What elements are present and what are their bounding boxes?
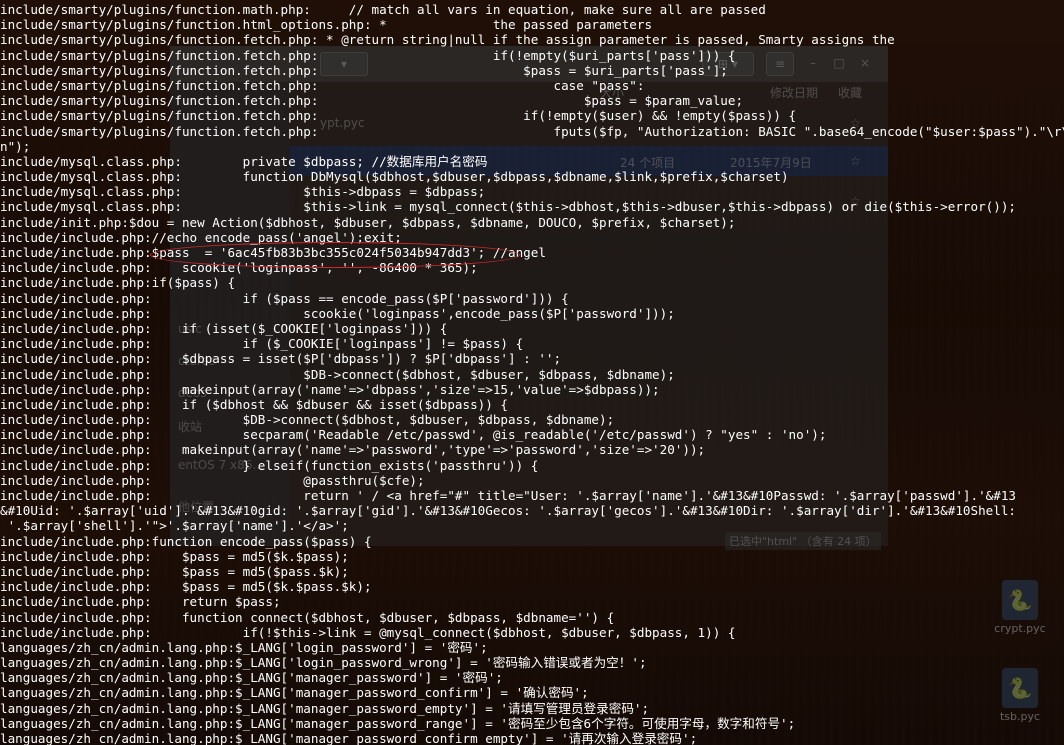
terminal-line: include/include.php: makeinput(array('na… (0, 442, 706, 458)
terminal-line: include/smarty/plugins/function.fetch.ph… (0, 93, 744, 109)
terminal-line: include/include.php: scookie('loginpass'… (0, 260, 478, 276)
terminal-line: include/include.php: $pass = md5($pass.$… (0, 563, 349, 579)
terminal-line: include/include.php: if (isset($_COOKIE[… (0, 320, 448, 336)
terminal-line: languages/zh_cn/admin.lang.php:$_LANG['m… (0, 700, 650, 716)
terminal-line: include/include.php:if($pass) { (0, 275, 236, 291)
terminal-line: include/mysql.class.php: function DbMysq… (0, 169, 789, 185)
terminal-line: include/include.php: scookie('loginpass'… (0, 305, 675, 321)
terminal-line: include/init.php:$dou = new Action($dbho… (0, 214, 736, 230)
terminal-line: include/mysql.class.php: $this->dbpass =… (0, 184, 486, 200)
terminal-line: include/include.php: @passthru($cfe); (0, 472, 425, 488)
terminal-line: include/include.php: if ($dbhost && $dbu… (0, 396, 508, 412)
terminal-line: include/include.php:function encode_pass… (0, 533, 372, 549)
terminal-line: include/smarty/plugins/function.fetch.ph… (0, 47, 736, 63)
terminal-line: include/smarty/plugins/function.html_opt… (0, 17, 653, 33)
terminal-window[interactable]: include/smarty/plugins/function.math.php… (0, 0, 1064, 745)
terminal-line: languages/zh_cn/admin.lang.php:$_LANG['m… (0, 670, 503, 686)
terminal-line: include/include.php: $pass = md5($k.$pas… (0, 548, 349, 564)
terminal-line: languages/zh_cn/admin.lang.php:$_LANG['l… (0, 639, 488, 655)
terminal-line: include/include.php: $dbpass = isset($P[… (0, 351, 562, 367)
terminal-line: include/include.php: secparam('Readable … (0, 427, 827, 443)
terminal-line: include/smarty/plugins/function.fetch.ph… (0, 108, 797, 124)
terminal-line: include/include.php: if(!$this->link = @… (0, 624, 736, 640)
terminal-line: languages/zh_cn/admin.lang.php:$_LANG['m… (0, 685, 589, 701)
terminal-line: n"); (0, 138, 31, 154)
terminal-line: include/include.php: return $pass; (0, 594, 281, 610)
terminal-line: languages/zh_cn/admin.lang.php:$_LANG['l… (0, 655, 647, 671)
red-annotation-ellipse (150, 242, 520, 268)
terminal-line: include/smarty/plugins/function.fetch.ph… (0, 123, 1064, 139)
terminal-line: include/include.php: $pass = md5($k.$pas… (0, 579, 372, 595)
terminal-line: languages/zh_cn/admin.lang.php:$_LANG['m… (0, 731, 698, 745)
terminal-line: &#10Uid: '.$array['uid'].'&#13&#10gid: '… (0, 503, 1016, 519)
terminal-line: include/include.php: return ' / <a href=… (0, 488, 1016, 503)
terminal-line: include/include.php: $DB->connect($dbhos… (0, 412, 615, 428)
terminal-line: include/smarty/plugins/function.fetch.ph… (0, 32, 895, 48)
terminal-line: '.$array['shell'].'">'.$array['name'].'<… (0, 518, 349, 534)
terminal-line: include/include.php: makeinput(array('na… (0, 381, 660, 397)
terminal-output[interactable]: include/smarty/plugins/function.math.php… (0, 2, 1064, 745)
terminal-line: include/include.php: } elseif(function_e… (0, 457, 539, 473)
terminal-line: include/include.php://echo encode_pass('… (0, 229, 402, 245)
terminal-line: include/include.php: if ($_COOKIE['login… (0, 336, 524, 352)
terminal-line: include/include.php: if ($pass == encode… (0, 290, 569, 306)
terminal-line: include/smarty/plugins/function.fetch.ph… (0, 77, 645, 93)
terminal-line: include/mysql.class.php: private $dbpass… (0, 153, 488, 169)
terminal-line: include/include.php: function connect($d… (0, 609, 615, 625)
terminal-line: include/smarty/plugins/function.fetch.ph… (0, 62, 728, 78)
terminal-line: include/mysql.class.php: $this->link = m… (0, 199, 1016, 215)
terminal-line: include/include.php: $DB->connect($dbhos… (0, 366, 675, 382)
terminal-line: languages/zh_cn/admin.lang.php:$_LANG['m… (0, 715, 796, 731)
terminal-line: include/smarty/plugins/function.math.php… (0, 2, 766, 17)
